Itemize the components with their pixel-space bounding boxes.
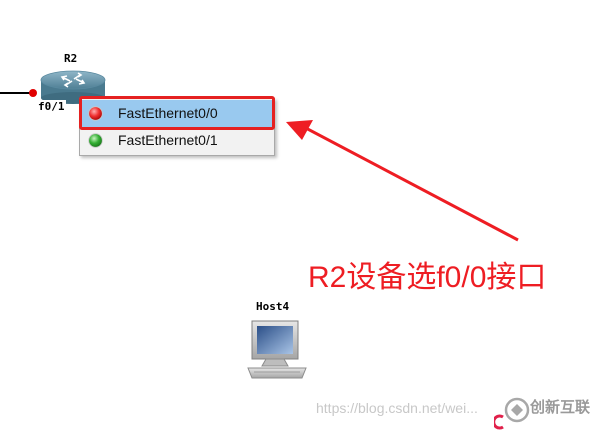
watermark-brand: 创新互联	[530, 398, 591, 416]
watermark-url: https://blog.csdn.net/wei...	[316, 400, 478, 416]
annotation-text: R2设备选f0/0接口	[308, 261, 547, 294]
port-label: f0/1	[37, 100, 66, 113]
desktop-computer-icon[interactable]	[244, 318, 310, 380]
link-endpoint-dot	[29, 89, 37, 97]
menu-item-label: FastEthernet0/1	[118, 132, 218, 148]
selection-highlight-box	[79, 96, 275, 130]
router-name-label: R2	[64, 52, 78, 65]
green-led-icon	[88, 133, 103, 148]
menu-item-fastethernet0-1[interactable]: FastEthernet0/1	[80, 127, 274, 154]
host-name-label: Host4	[256, 300, 290, 313]
